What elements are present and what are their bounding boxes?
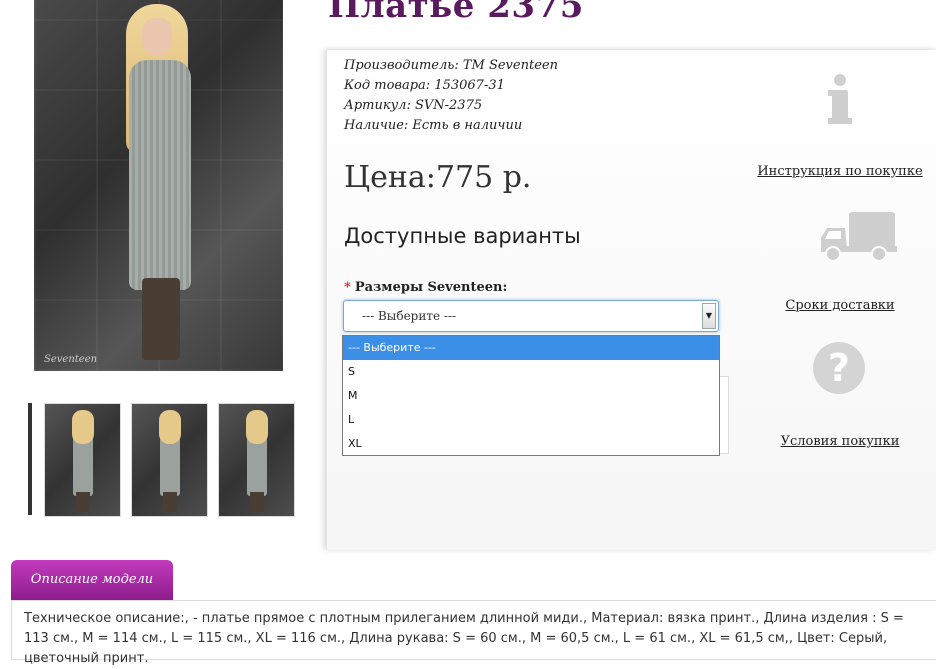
- thumbnail-2[interactable]: [131, 403, 208, 517]
- terms-block: ? Условия покупки: [755, 338, 925, 449]
- size-option-placeholder[interactable]: --- Выберите ---: [343, 336, 719, 360]
- question-icon: ?: [755, 338, 925, 400]
- svg-text:?: ?: [828, 346, 850, 390]
- info-icon: [755, 68, 925, 130]
- size-select-value: --- Выберите ---: [362, 309, 457, 323]
- instructions-link[interactable]: Инструкция по покупке: [757, 164, 922, 179]
- instructions-block: Инструкция по покупке: [755, 68, 925, 179]
- delivery-block: Сроки доставки: [755, 208, 925, 313]
- size-option-s[interactable]: S: [343, 360, 719, 384]
- product-specs: Производитель: TM Seventeen Код товара: …: [344, 56, 558, 136]
- size-option-m[interactable]: M: [343, 384, 719, 408]
- sku-line: Артикул: SVN-2375: [344, 98, 483, 113]
- required-mark: *: [344, 280, 351, 295]
- thumbnail-boots: [250, 492, 264, 512]
- size-dropdown-list: --- Выберите --- S M L XL: [342, 335, 720, 456]
- manufacturer-line: Производитель: TM Seventeen: [344, 58, 558, 73]
- thumbnail-hair: [246, 410, 268, 444]
- size-select[interactable]: --- Выберите --- ▼: [343, 300, 719, 332]
- size-label-text: Размеры Seventeen:: [354, 280, 508, 295]
- photo-signature: Seventeen: [44, 354, 98, 365]
- size-option-l[interactable]: L: [343, 408, 719, 432]
- thumbnail-boots: [76, 492, 90, 512]
- availability-line: Наличие: Есть в наличии: [344, 118, 523, 133]
- model-boots: [142, 278, 180, 360]
- model-face: [142, 18, 172, 56]
- tab-description[interactable]: Описание модели: [11, 560, 173, 600]
- product-info-panel: Производитель: TM Seventeen Код товара: …: [326, 50, 936, 550]
- truck-icon: [755, 208, 925, 270]
- product-title: Платье 2375: [328, 0, 584, 26]
- thumbnail-1[interactable]: [44, 403, 121, 517]
- size-label: * Размеры Seventeen:: [344, 280, 507, 295]
- variants-heading: Доступные варианты: [344, 224, 581, 248]
- product-code-line: Код товара: 153067-31: [344, 78, 505, 93]
- terms-link[interactable]: Условия покупки: [781, 434, 900, 449]
- thumbnail-3[interactable]: [218, 403, 295, 517]
- size-option-xl[interactable]: XL: [343, 432, 719, 456]
- model-dress: [129, 60, 191, 290]
- description-panel: Техническое описание:, - платье прямое с…: [11, 600, 936, 666]
- thumbnail-hair: [159, 410, 181, 444]
- chevron-down-icon[interactable]: ▼: [702, 303, 716, 329]
- description-text: Техническое описание:, - платье прямое с…: [24, 611, 904, 666]
- thumbnail-gallery: [28, 403, 295, 517]
- main-product-photo[interactable]: Seventeen: [34, 0, 283, 371]
- thumbnail-partial[interactable]: [28, 403, 32, 515]
- thumbnail-hair: [72, 410, 94, 444]
- thumbnail-boots: [163, 492, 177, 512]
- product-price: Цена:775 р.: [344, 160, 532, 195]
- delivery-link[interactable]: Сроки доставки: [785, 298, 894, 313]
